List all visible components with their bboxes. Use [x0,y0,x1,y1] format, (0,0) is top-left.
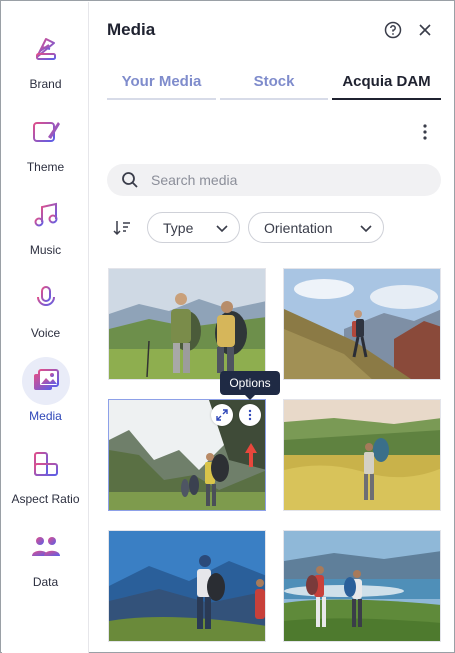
search-box[interactable] [107,164,441,196]
chevron-down-icon [215,222,229,238]
type-filter-dropdown[interactable]: Type [147,212,240,243]
type-filter-label: Type [163,220,194,236]
help-icon[interactable] [384,21,402,39]
tab-label: Your Media [121,73,202,90]
orientation-filter-dropdown[interactable]: Orientation [248,212,384,243]
sidebar: Brand Theme Music Voice Media Aspect Rat… [2,2,89,653]
sidebar-item-brand[interactable]: Brand [2,25,89,105]
options-tooltip: Options [220,371,280,395]
expand-icon[interactable] [211,404,233,426]
media-thumbnail-hiker-hillside[interactable] [283,268,441,380]
media-source-tabs: Your Media Stock Acquia DAM [107,69,441,101]
sidebar-item-label: Aspect Ratio [11,492,80,506]
close-icon[interactable] [416,21,434,39]
tooltip-arrow [244,394,256,400]
theme-icon [27,113,65,151]
annotation-arrow-icon [243,441,259,474]
tab-underline [107,98,216,100]
sidebar-item-aspect-ratio[interactable]: Aspect Ratio [2,440,89,520]
tab-label: Acquia DAM [342,73,431,90]
more-options-icon[interactable] [415,122,435,142]
tab-label: Stock [253,73,295,90]
tab-underline [220,98,328,100]
tab-underline [332,98,441,100]
microphone-icon [27,279,65,317]
tab-stock[interactable]: Stock [220,69,328,101]
media-thumbnail-hikers-blue-mountains[interactable] [108,530,266,642]
brand-palette-icon [27,30,65,68]
sidebar-item-data[interactable]: Data [2,523,89,603]
music-icon [27,196,65,234]
media-thumbnail-hikers-lake[interactable] [283,530,441,642]
sidebar-item-media[interactable]: Media [2,357,89,437]
sidebar-item-label: Theme [26,160,65,174]
sidebar-item-label: Music [29,243,62,257]
media-panel-window: Brand Theme Music Voice Media Aspect Rat… [0,0,455,653]
tab-acquia-dam[interactable]: Acquia DAM [332,69,441,101]
search-icon [121,171,139,194]
sidebar-item-music[interactable]: Music [2,191,89,271]
aspect-ratio-icon [27,445,65,483]
sidebar-item-label: Brand [29,77,62,91]
media-icon [22,357,70,405]
options-icon[interactable] [239,404,261,426]
sidebar-item-label: Voice [30,326,61,340]
sidebar-item-label: Media [29,409,62,423]
panel-title: Media [107,20,156,39]
sidebar-item-voice[interactable]: Voice [2,274,89,354]
media-thumbnail-hiker-golden-field[interactable] [283,399,441,511]
sidebar-item-label: Data [32,575,59,589]
sort-icon[interactable] [112,218,132,238]
search-input[interactable] [151,164,421,196]
sidebar-item-theme[interactable]: Theme [2,108,89,188]
chevron-down-icon [359,222,373,238]
data-users-icon [27,528,65,566]
tab-your-media[interactable]: Your Media [107,69,216,101]
orientation-filter-label: Orientation [264,220,333,236]
media-thumbnail-hikers-meadow[interactable] [108,268,266,380]
